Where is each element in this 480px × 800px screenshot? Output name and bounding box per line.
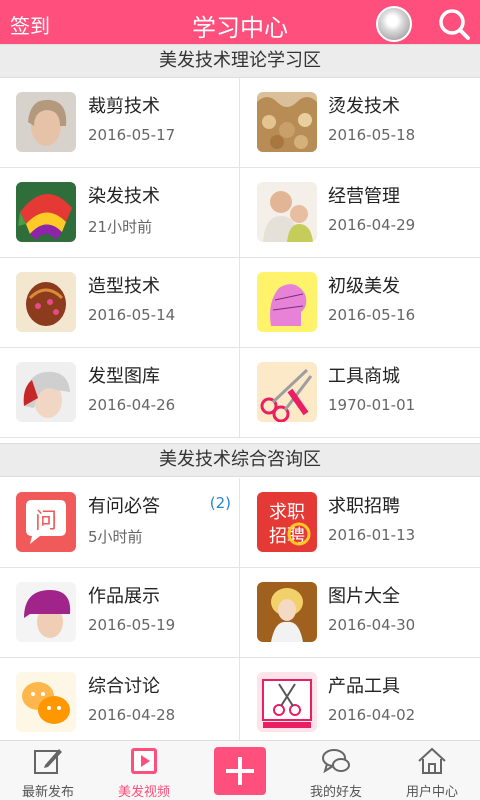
list-item-coloring[interactable]: 染发技术 21小时前 [0,168,240,258]
header-bar: 签到 学习中心 [0,0,480,46]
item-name: 求职招聘 [328,496,400,517]
gallery-thumb [16,362,76,422]
pictures-thumb [257,582,317,642]
add-button[interactable] [214,747,266,795]
nav-user-center[interactable]: 用户中心 [384,741,480,800]
count-badge: (2) [209,494,231,512]
app-root: 签到 学习中心 美发技术理论学习区 裁剪技术 2016-05-17 烫发技术 2… [0,0,480,800]
nav-label: 我的好友 [309,785,362,800]
item-date: 2016-04-30 [328,616,416,634]
scissors-comb-thumb [257,362,317,422]
cutting-thumb [16,92,76,152]
list-item-showcase[interactable]: 作品展示 2016-05-19 [0,568,240,658]
jobs-thumb-line1: 求职 [269,502,305,523]
item-date: 1970-01-01 [328,396,416,414]
item-date: 2016-04-28 [88,706,176,724]
jobs-thumb: 求职 招聘 [257,492,317,552]
bottom-nav: 最新发布 美发视频 我的好友 用户中心 [0,740,480,800]
item-date: 2016-05-17 [88,126,176,144]
item-name: 烫发技术 [328,96,400,117]
list-item-gallery[interactable]: 发型图库 2016-04-26 [0,348,240,438]
item-name: 造型技术 [88,276,160,297]
list-item-tool-store[interactable]: 工具商城 1970-01-01 [240,348,480,438]
discussion-thumb [16,672,76,732]
item-name: 裁剪技术 [88,96,160,117]
list-item-beginner[interactable]: 初级美发 2016-05-16 [240,258,480,348]
nav-label: 最新发布 [21,785,74,800]
section-title-consult: 美发技术综合咨询区 [0,443,480,477]
edit-icon [34,749,62,774]
styling-thumb [16,272,76,332]
item-date: 5小时前 [88,528,143,546]
item-name: 综合讨论 [88,676,160,697]
consult-grid: 问 有问必答 5小时前 (2) 求职 招聘 求职招聘 2016-01-13 作品… [0,478,480,740]
coloring-thumb [16,182,76,242]
list-item-products[interactable]: 产品工具 2016-04-02 [240,658,480,740]
nav-label: 用户中心 [405,785,458,800]
item-date: 2016-05-16 [328,306,416,324]
chat-icon [322,749,350,774]
list-item-cutting[interactable]: 裁剪技术 2016-05-17 [0,78,240,168]
item-date: 21小时前 [88,218,153,236]
perm-thumb [257,92,317,152]
item-name: 工具商城 [328,366,400,387]
nav-video[interactable]: 美发视频 [96,741,192,800]
avatar[interactable] [376,6,412,42]
item-name: 染发技术 [88,186,160,207]
list-item-pictures[interactable]: 图片大全 2016-04-30 [240,568,480,658]
list-item-discussion[interactable]: 综合讨论 2016-04-28 [0,658,240,740]
list-item-jobs[interactable]: 求职 招聘 求职招聘 2016-01-13 [240,478,480,568]
item-date: 2016-04-26 [88,396,176,414]
item-name: 初级美发 [328,276,400,297]
list-item-perm[interactable]: 烫发技术 2016-05-18 [240,78,480,168]
item-date: 2016-05-19 [88,616,176,634]
svg-text:问: 问 [35,509,57,534]
home-icon [418,747,446,774]
section-title-theory: 美发技术理论学习区 [0,44,480,78]
question-thumb: 问 [16,492,76,552]
item-name: 产品工具 [328,676,400,697]
nav-friends[interactable]: 我的好友 [288,741,384,800]
item-name: 图片大全 [328,586,400,607]
beginner-thumb [257,272,317,332]
theory-grid: 裁剪技术 2016-05-17 烫发技术 2016-05-18 染发技术 21小… [0,78,480,438]
item-name: 作品展示 [88,586,160,607]
item-name: 经营管理 [328,186,400,207]
item-date: 2016-01-13 [328,526,416,544]
item-name: 有问必答 [88,496,160,517]
plus-icon [226,757,254,785]
management-thumb [257,182,317,242]
item-name: 发型图库 [88,366,160,387]
nav-latest[interactable]: 最新发布 [0,741,96,800]
list-item-management[interactable]: 经营管理 2016-04-29 [240,168,480,258]
video-icon [131,748,157,774]
search-icon[interactable] [436,6,472,42]
nav-label: 美发视频 [117,785,170,800]
item-date: 2016-04-29 [328,216,416,234]
list-item-styling[interactable]: 造型技术 2016-05-14 [0,258,240,348]
item-date: 2016-04-02 [328,706,416,724]
list-item-qa[interactable]: 问 有问必答 5小时前 (2) [0,478,240,568]
item-date: 2016-05-18 [328,126,416,144]
item-date: 2016-05-14 [88,306,176,324]
showcase-thumb [16,582,76,642]
products-thumb [257,672,317,732]
